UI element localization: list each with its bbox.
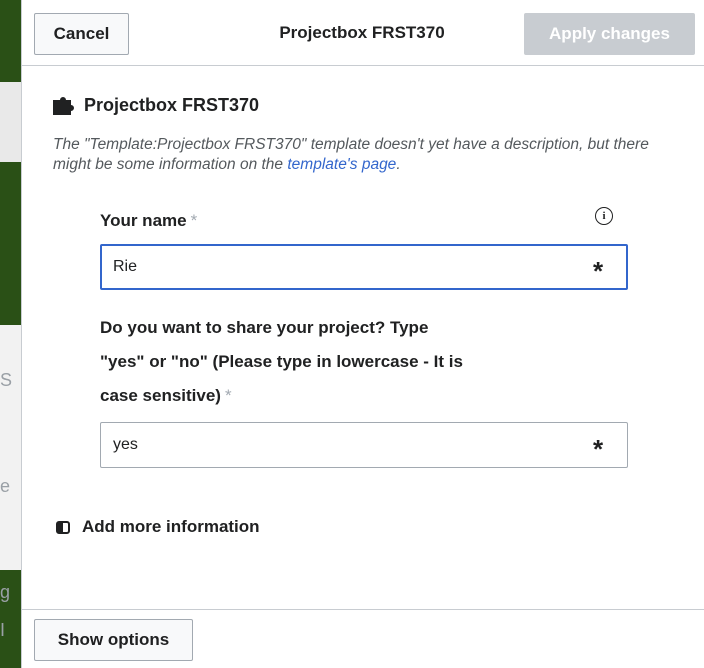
- dialog-title: Projectbox FRST370: [279, 23, 445, 42]
- apply-changes-button[interactable]: Apply changes: [524, 13, 695, 55]
- add-more-information-button[interactable]: Add more information: [56, 517, 260, 537]
- template-heading: Projectbox FRST370: [53, 95, 259, 116]
- required-asterisk: *: [224, 386, 232, 405]
- template-page-link[interactable]: template's page: [287, 156, 396, 173]
- template-dialog: Cancel Projectbox FRST370 Apply changes …: [21, 0, 704, 668]
- share-label-line-3: case sensitive): [100, 386, 221, 405]
- your-name-label-text: Your name: [100, 211, 187, 230]
- required-field-asterisk-icon: *: [593, 256, 604, 286]
- background-letter: I: [0, 620, 6, 640]
- puzzle-icon: [53, 96, 74, 115]
- required-asterisk: *: [190, 211, 198, 230]
- share-project-label: Do you want to share your project? Type …: [100, 311, 463, 413]
- background-letter: g: [0, 582, 11, 602]
- share-project-input[interactable]: [100, 422, 628, 468]
- template-name: Projectbox FRST370: [84, 95, 260, 115]
- share-label-line-1: Do you want to share your project? Type: [100, 318, 429, 337]
- add-more-information-label: Add more information: [82, 517, 260, 536]
- description-suffix: .: [396, 156, 401, 173]
- your-name-input[interactable]: [100, 244, 628, 290]
- toggle-icon: [56, 520, 70, 534]
- background-letter: e: [0, 476, 11, 496]
- background-letter: S: [0, 370, 13, 390]
- background-page-fragment: [0, 82, 21, 162]
- your-name-label: Your name *: [100, 204, 197, 238]
- cancel-button[interactable]: Cancel: [34, 13, 129, 55]
- template-description: The "Template:Projectbox FRST370" templa…: [53, 135, 688, 175]
- info-icon[interactable]: i: [595, 207, 613, 225]
- background-page-fragment: [0, 325, 21, 570]
- share-label-line-2: "yes" or "no" (Please type in lowercase …: [100, 352, 463, 371]
- show-options-button[interactable]: Show options: [34, 619, 193, 661]
- required-field-asterisk-icon: *: [593, 434, 604, 464]
